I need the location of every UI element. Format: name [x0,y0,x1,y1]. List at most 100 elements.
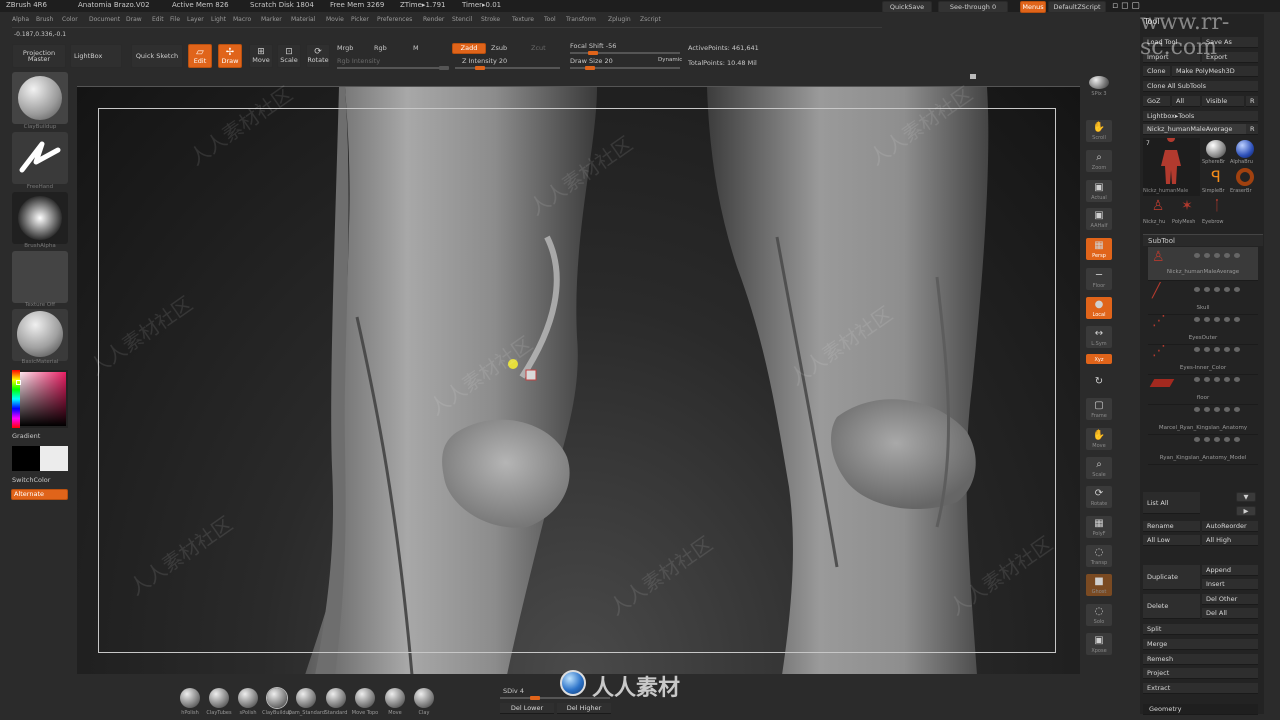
zadd-button[interactable]: Zadd [452,43,486,54]
z-intensity-slider[interactable]: Z Intensity 20 [462,57,507,65]
alternate-button[interactable]: Alternate [11,489,68,500]
subtool-toggles[interactable] [1194,346,1256,352]
secondary-color-swatch[interactable] [40,446,68,471]
simple-brush-icon[interactable]: ꟼ [1207,168,1225,186]
goz-all-button[interactable]: All [1172,96,1200,107]
gradient-label[interactable]: Gradient [12,432,40,440]
goz-button[interactable]: GoZ [1143,96,1170,107]
sphere-brush-thumb[interactable] [1206,140,1226,158]
claytubes-brush-icon[interactable] [209,688,229,708]
subtool-toggles[interactable] [1194,252,1256,258]
subtool-toggles[interactable] [1194,316,1256,322]
zoom-button[interactable]: ⌕ Zoom [1086,150,1112,172]
menu-item[interactable]: Alpha [12,16,29,23]
alpha-brush-thumb[interactable] [1236,140,1254,158]
menu-item[interactable]: Picker [351,16,369,23]
focal-shift-thumb[interactable] [588,51,598,55]
main-color-swatch[interactable] [12,446,40,471]
material-selector[interactable] [12,309,68,361]
move-brush-icon[interactable] [385,688,405,708]
zsub-button[interactable]: Zsub [491,44,507,52]
aahalf-button[interactable]: ▣ AAHalf [1086,208,1112,230]
del-lower-button[interactable]: Del Lower [500,703,554,714]
make-polymesh-button[interactable]: Make PolyMesh3D [1172,66,1258,77]
move-button[interactable]: ✋ Move [1086,428,1112,450]
split-button[interactable]: Split [1143,624,1258,635]
local-button[interactable]: ● Local [1086,297,1112,319]
polymesh-star-icon[interactable]: ✶ [1176,198,1198,218]
frame-button[interactable]: ▢ Frame [1086,398,1112,420]
scroll-button[interactable]: ✋ Scroll [1086,120,1112,142]
menu-item[interactable]: Layer [187,16,204,23]
standard-brush-icon[interactable] [326,688,346,708]
persp-button[interactable]: ▦ Persp [1086,238,1112,260]
z-intensity-thumb[interactable] [475,66,485,70]
menu-item[interactable]: Draw [126,16,142,23]
rename-button[interactable]: Rename [1143,521,1200,532]
subtool-toggles[interactable] [1194,406,1256,412]
move-topo-brush-icon[interactable] [355,688,375,708]
tool-thumb-human-small[interactable]: ♙ [1146,198,1170,218]
clone-all-subtools-button[interactable]: Clone All SubTools [1143,81,1258,92]
dam-standard-brush-icon[interactable] [296,688,316,708]
del-higher-button[interactable]: Del Higher [557,703,611,714]
hpolish-brush-icon[interactable] [180,688,200,708]
m-button[interactable]: M [413,44,419,52]
menus-button[interactable]: Menus [1020,1,1046,13]
actual-button[interactable]: ▣ Actual [1086,180,1112,202]
projection-master-button[interactable]: Projection Master [12,44,66,68]
project-button[interactable]: Project [1143,668,1258,679]
zcut-button[interactable]: Zcut [531,44,546,52]
duplicate-button[interactable]: Duplicate [1143,565,1200,590]
goz-r-button[interactable]: R [1246,96,1258,107]
menu-item[interactable]: Preferences [377,16,412,23]
menu-item[interactable]: Marker [261,16,282,23]
hue-marker[interactable] [16,380,21,385]
texture-selector[interactable] [12,251,68,303]
subtool-title[interactable]: SubTool [1148,237,1175,245]
default-zscript-button[interactable]: DefaultZScript [1048,1,1106,13]
alpha-selector[interactable] [12,192,68,244]
solo-button[interactable]: ◌ Solo [1086,604,1112,626]
menu-item[interactable]: Movie [326,16,344,23]
canvas-viewport[interactable] [77,86,1080,674]
all-high-button[interactable]: All High [1202,535,1258,546]
rotate-button[interactable]: ⟳ Rotate [1086,486,1112,508]
xpose-button[interactable]: ▣ Xpose [1086,633,1112,655]
menu-item[interactable]: File [170,16,180,23]
quick-sketch-button[interactable]: Quick Sketch [131,44,183,68]
draw-size-track[interactable] [570,66,680,70]
transp-button[interactable]: ◌ Transp [1086,545,1112,567]
window-controls[interactable]: ▫ ◻ ▢ [1112,1,1140,11]
hue-strip[interactable] [12,370,20,428]
rotate-mode-button[interactable]: ⟳ Rotate [306,44,330,68]
spolish-brush-icon[interactable] [238,688,258,708]
subtool-toggles[interactable] [1194,286,1256,292]
del-all-button[interactable]: Del All [1202,608,1258,619]
focal-shift-slider[interactable]: Focal Shift -56 [570,42,616,50]
menu-item[interactable]: Tool [544,16,556,23]
delete-button[interactable]: Delete [1143,594,1200,619]
lsym-button[interactable]: ↔ L.Sym [1086,326,1112,348]
subtool-item[interactable]: Marcel_Ryan_Kingslan_Anatomy [1148,401,1258,435]
rgb-button[interactable]: Rgb [374,44,387,52]
floor-button[interactable]: ─ Floor [1086,268,1112,290]
focal-shift-track[interactable] [570,51,680,55]
sdiv-slider[interactable]: SDiv 4 [503,687,524,695]
rgb-intensity-thumb[interactable] [439,66,449,70]
eyebrow-icon[interactable]: ᛙ [1206,198,1228,218]
see-through-slider[interactable]: See-through 0 [938,1,1008,13]
merge-button[interactable]: Merge [1143,639,1258,650]
edit-button[interactable]: ▱ Edit [188,44,212,68]
menu-item[interactable]: Material [291,16,315,23]
move-down-arrow-icon[interactable]: ▼ [1236,492,1256,502]
menu-item[interactable]: Render [423,16,444,23]
menu-item[interactable]: Stencil [452,16,472,23]
append-button[interactable]: Append [1202,565,1258,576]
insert-button[interactable]: Insert [1202,579,1258,590]
menu-item[interactable]: Light [211,16,226,23]
extract-button[interactable]: Extract [1143,683,1258,694]
current-tool-name[interactable]: Nickz_humanMaleAverage [1143,124,1246,135]
rgb-intensity-track[interactable] [337,66,449,70]
move-mode-button[interactable]: ⊞ Move [249,44,273,68]
